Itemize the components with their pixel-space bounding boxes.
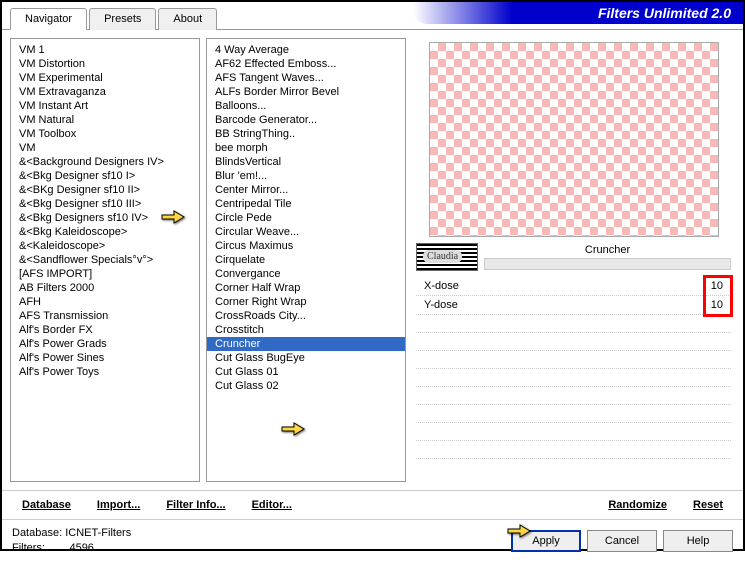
category-list[interactable]: VM 1VM DistortionVM ExperimentalVM Extra…: [10, 38, 200, 482]
param-row[interactable]: Y-dose 10: [416, 296, 731, 315]
list-item[interactable]: Circular Weave...: [207, 225, 405, 239]
list-item[interactable]: Blur 'em!...: [207, 169, 405, 183]
list-item[interactable]: VM Natural: [11, 113, 199, 127]
list-item[interactable]: Cut Glass BugEye: [207, 351, 405, 365]
list-item[interactable]: Convergance: [207, 267, 405, 281]
apply-button[interactable]: Apply: [511, 530, 581, 552]
list-item[interactable]: &<Bkg Designers sf10 IV>: [11, 211, 199, 225]
list-item[interactable]: VM 1: [11, 43, 199, 57]
list-item[interactable]: BB StringThing..: [207, 127, 405, 141]
list-item[interactable]: AFH: [11, 295, 199, 309]
randomize-button[interactable]: Randomize: [598, 495, 677, 515]
list-item[interactable]: AFS Tangent Waves...: [207, 71, 405, 85]
tab-about[interactable]: About: [158, 8, 217, 30]
param-row[interactable]: X-dose 10: [416, 277, 731, 296]
filter-bar: [484, 258, 731, 270]
list-item[interactable]: AFS Transmission: [11, 309, 199, 323]
list-item[interactable]: &<Bkg Kaleidoscope>: [11, 225, 199, 239]
param-value: 10: [711, 280, 723, 292]
list-item[interactable]: &<BKg Designer sf10 II>: [11, 183, 199, 197]
list-item[interactable]: VM Toolbox: [11, 127, 199, 141]
list-item[interactable]: Alf's Power Toys: [11, 365, 199, 379]
list-item[interactable]: Crosstitch: [207, 323, 405, 337]
list-item[interactable]: Circle Pede: [207, 211, 405, 225]
list-item[interactable]: &<Background Designers IV>: [11, 155, 199, 169]
database-button[interactable]: Database: [12, 495, 81, 515]
list-item[interactable]: Centripedal Tile: [207, 197, 405, 211]
list-item[interactable]: VM Distortion: [11, 57, 199, 71]
tab-navigator[interactable]: Navigator: [10, 8, 87, 30]
list-item[interactable]: Alf's Power Grads: [11, 337, 199, 351]
list-item[interactable]: Corner Half Wrap: [207, 281, 405, 295]
status-info: Database: ICNET-Filters Filters: 4596: [12, 526, 131, 556]
list-item[interactable]: &<Bkg Designer sf10 I>: [11, 169, 199, 183]
param-value: 10: [711, 299, 723, 311]
list-item[interactable]: VM: [11, 141, 199, 155]
list-item[interactable]: Cut Glass 02: [207, 379, 405, 393]
list-item[interactable]: [AFS IMPORT]: [11, 267, 199, 281]
list-item[interactable]: &<Kaleidoscope>: [11, 239, 199, 253]
window-title: Filters Unlimited 2.0: [413, 2, 743, 24]
current-filter-name: Cruncher: [484, 244, 731, 256]
logo-badge: [416, 243, 478, 271]
list-item[interactable]: Corner Right Wrap: [207, 295, 405, 309]
list-item[interactable]: Circus Maximus: [207, 239, 405, 253]
list-item[interactable]: bee morph: [207, 141, 405, 155]
list-item[interactable]: Alf's Border FX: [11, 323, 199, 337]
list-item[interactable]: VM Extravaganza: [11, 85, 199, 99]
reset-button[interactable]: Reset: [683, 495, 733, 515]
list-item[interactable]: AB Filters 2000: [11, 281, 199, 295]
list-item[interactable]: Center Mirror...: [207, 183, 405, 197]
list-item[interactable]: Cut Glass 01: [207, 365, 405, 379]
param-name: X-dose: [424, 280, 459, 292]
list-item[interactable]: ALFs Border Mirror Bevel: [207, 85, 405, 99]
list-item[interactable]: Cirquelate: [207, 253, 405, 267]
tab-strip: Navigator Presets About: [10, 8, 219, 30]
preview-area: [429, 42, 719, 237]
list-item[interactable]: Cruncher: [207, 337, 405, 351]
list-item[interactable]: VM Instant Art: [11, 99, 199, 113]
list-item[interactable]: Balloons...: [207, 99, 405, 113]
help-button[interactable]: Help: [663, 530, 733, 552]
list-item[interactable]: &<Bkg Designer sf10 III>: [11, 197, 199, 211]
param-name: Y-dose: [424, 299, 458, 311]
filter-info-button[interactable]: Filter Info...: [156, 495, 235, 515]
list-item[interactable]: VM Experimental: [11, 71, 199, 85]
list-item[interactable]: BlindsVertical: [207, 155, 405, 169]
list-item[interactable]: CrossRoads City...: [207, 309, 405, 323]
list-item[interactable]: &<Sandflower Specials°v°>: [11, 253, 199, 267]
tab-presets[interactable]: Presets: [89, 8, 156, 30]
list-item[interactable]: Barcode Generator...: [207, 113, 405, 127]
filter-list[interactable]: 4 Way AverageAF62 Effected Emboss...AFS …: [206, 38, 406, 482]
parameter-panel: X-dose 10 Y-dose 10: [416, 277, 731, 459]
list-item[interactable]: Alf's Power Sines: [11, 351, 199, 365]
list-item[interactable]: 4 Way Average: [207, 43, 405, 57]
editor-button[interactable]: Editor...: [242, 495, 302, 515]
cancel-button[interactable]: Cancel: [587, 530, 657, 552]
list-item[interactable]: AF62 Effected Emboss...: [207, 57, 405, 71]
import-button[interactable]: Import...: [87, 495, 150, 515]
